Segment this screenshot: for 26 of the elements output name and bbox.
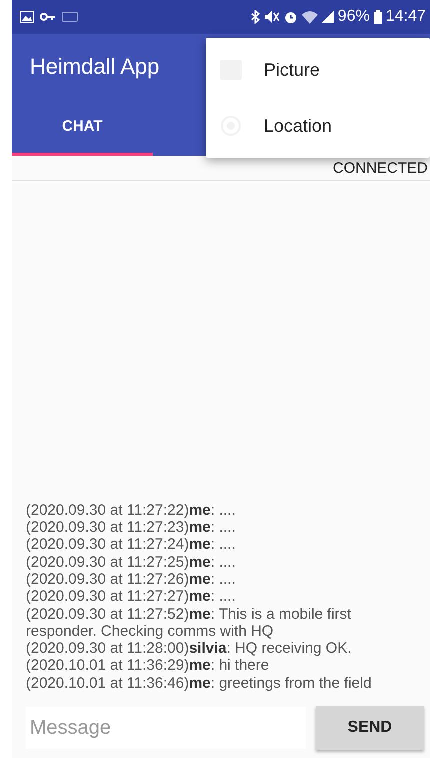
battery-icon	[374, 10, 382, 24]
send-button[interactable]: SEND	[316, 706, 424, 750]
chat-message: (2020.09.30 at 11:27:27)me: ....	[26, 588, 237, 606]
alarm-icon	[284, 10, 298, 24]
app-title: Heimdall App	[30, 54, 160, 80]
chat-message: (2020.09.30 at 11:28:00)silvia: HQ receiving OK.	[26, 640, 353, 658]
battery-percent: 96%	[338, 8, 370, 26]
bluetooth-icon	[250, 10, 260, 24]
chat-message: (2020.09.30 at 11:27:25)me: ....	[26, 554, 237, 571]
clock-time: 14:47	[386, 8, 426, 26]
chat-message: (2020.09.30 at 11:27:22)me: ....	[26, 502, 237, 520]
connection-status: CONNECTED	[332, 160, 428, 176]
message-field[interactable]: Message	[26, 707, 306, 749]
keyboard-icon	[62, 12, 78, 22]
chat-message: (2020.09.30 at 11:27:26)me: ....	[26, 570, 237, 588]
wifi-icon	[302, 10, 318, 24]
menu-item[interactable]: Picture	[206, 42, 430, 98]
chat-message: (2020.09.30 at 11:27:24)me: ....	[26, 536, 237, 554]
signal-icon	[322, 11, 334, 23]
chat-message: (2020.09.30 at 11:27:23)me: ....	[26, 519, 237, 536]
chat-message: (2020.10.01 at 11:36:46)me: greetings from the field	[26, 674, 373, 692]
chat-message: (2020.10.01 at 11:36:29)me: hi there	[26, 657, 270, 675]
chat-message: (2020.09.30 at 11:27:52)me: This is a mobile first responder. Checking comms with HQ	[26, 606, 352, 640]
mute-icon	[264, 10, 280, 24]
menu-item[interactable]: Location	[206, 98, 430, 154]
key-icon	[40, 13, 56, 21]
